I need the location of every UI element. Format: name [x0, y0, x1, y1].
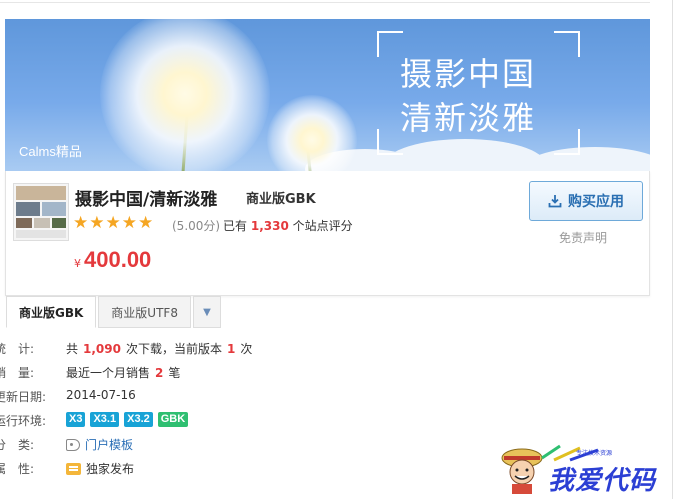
download-count: 1,090: [83, 341, 121, 356]
download-icon: [548, 195, 562, 208]
product-name: 摄影中国/清新淡雅: [75, 190, 218, 210]
stats-value: 共 1,090 次下载，当前版本 1 次: [66, 340, 252, 357]
stats-middle: 次下载，当前版本: [125, 342, 222, 356]
stats-prefix: 共: [66, 342, 79, 356]
product-price: 400.00: [84, 247, 152, 272]
attribute-label: 属 性:: [0, 462, 35, 476]
dandelion-large-image: [100, 19, 270, 171]
updated-label: 更新日期:: [0, 390, 47, 404]
watermark-text: 我爱代码: [548, 466, 657, 496]
banner-brand: Calms精品: [19, 144, 82, 159]
product-card: 摄影中国/清新淡雅 商业版GBK ★ ★ ★ ★ ★ (5.00分) 已有 1,…: [5, 171, 650, 296]
tab-dropdown-chevron-icon[interactable]: ▼: [192, 296, 221, 328]
buy-app-button[interactable]: 购买应用: [529, 181, 643, 221]
category-label: 分 类:: [0, 438, 35, 452]
edition-tabs: 商业版GBK 商业版UTF8 ▼: [6, 296, 223, 328]
version-badge-x3: X3: [66, 412, 86, 427]
buy-app-label: 购买应用: [568, 194, 624, 210]
star-icon: ★: [121, 213, 137, 233]
star-icon: ★: [73, 213, 89, 233]
banner-title-line2: 清新淡雅: [400, 99, 537, 137]
dandelion-small-image: [267, 95, 357, 171]
tab-utf8[interactable]: 商业版UTF8: [98, 296, 191, 328]
pirate-avatar-icon: [501, 448, 543, 494]
rating-summary: 已有 1,330 个站点评分: [223, 217, 353, 234]
rating-stars: ★ ★ ★ ★ ★: [73, 215, 153, 232]
rating-count: 1,330: [250, 219, 289, 233]
stats-label: 统 计:: [0, 342, 35, 356]
tab-gbk[interactable]: 商业版GBK: [6, 296, 97, 328]
star-icon: ★: [138, 213, 154, 233]
version-badge-x31: X3.1: [90, 412, 120, 427]
sales-count: 2: [155, 365, 164, 380]
rating-prefix: 已有: [223, 219, 248, 233]
env-label: 运行环境:: [0, 414, 47, 428]
banner-title-line1: 摄影中国: [400, 55, 537, 93]
exclusive-icon: [66, 462, 81, 475]
product-thumbnail[interactable]: [13, 183, 69, 241]
sales-label: 销 量:: [0, 366, 35, 380]
currency-symbol: ¥: [74, 257, 81, 270]
sales-value: 最近一个月销售 2 笔: [66, 364, 180, 381]
env-badges: X3 X3.1 X3.2 GBK: [66, 412, 189, 427]
tag-icon: [66, 438, 80, 451]
page-right-rule: [672, 0, 673, 499]
product-edition: 商业版GBK: [246, 192, 316, 207]
version-badge-x32: X3.2: [124, 412, 153, 427]
disclaimer-link[interactable]: 免责声明: [559, 229, 607, 246]
star-icon: ★: [105, 213, 121, 233]
star-icon: ★: [89, 213, 105, 233]
sales-suffix: 笔: [168, 366, 181, 380]
charset-badge-gbk: GBK: [157, 412, 189, 427]
site-watermark: 专注技术资源 我爱代码: [500, 440, 672, 496]
category-link[interactable]: 门户模板: [85, 436, 133, 453]
sales-prefix: 最近一个月销售: [66, 366, 151, 380]
updated-value: 2014-07-16: [66, 388, 136, 402]
version-download-count: 1: [227, 341, 236, 356]
attribute-text: 独家发布: [86, 462, 135, 476]
rating-suffix: 个站点评分: [292, 219, 353, 233]
attribute-value: 独家发布: [66, 460, 134, 477]
top-divider: [0, 0, 650, 3]
rating-score: (5.00分): [172, 219, 221, 233]
stats-suffix: 次: [240, 342, 253, 356]
watermark-subtitle: 专注技术资源: [576, 450, 613, 457]
product-banner: 摄影中国 清新淡雅 Calms精品: [5, 19, 650, 171]
category-value: 门户模板: [66, 436, 133, 453]
